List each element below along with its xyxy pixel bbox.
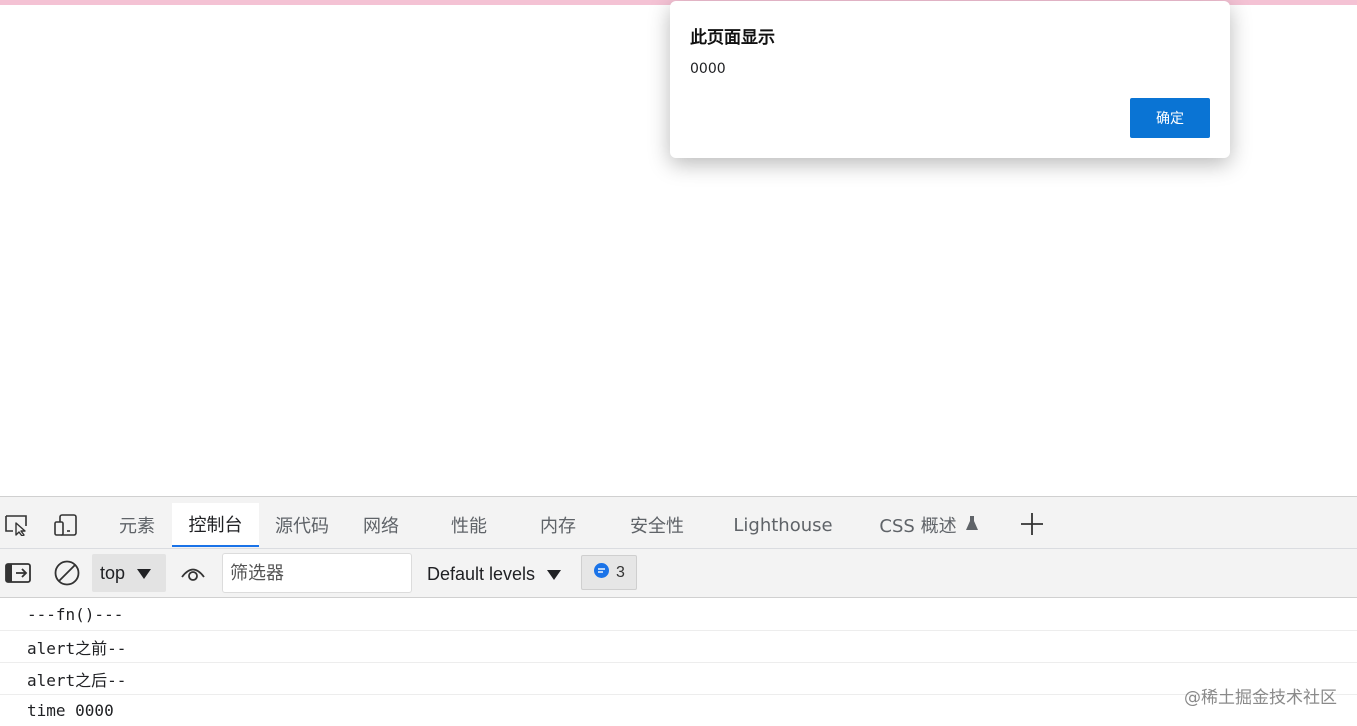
console-line: ---fn()--- bbox=[0, 599, 1357, 631]
devtools-panel: 元素 控制台 源代码 网络 性能 内存 安全性 Lighthouse CSS 概… bbox=[0, 496, 1357, 726]
tab-css-overview[interactable]: CSS 概述 bbox=[872, 503, 986, 547]
tab-elements[interactable]: 元素 bbox=[108, 503, 166, 547]
console-line: time 0000 bbox=[0, 695, 1357, 726]
tab-console[interactable]: 控制台 bbox=[172, 503, 259, 547]
dialog-title: 此页面显示 bbox=[690, 28, 775, 48]
message-bubble-icon bbox=[593, 562, 610, 584]
tab-security[interactable]: 安全性 bbox=[620, 503, 694, 547]
messages-count: 3 bbox=[616, 563, 625, 581]
clear-console-icon[interactable] bbox=[52, 559, 82, 587]
chevron-down-icon bbox=[547, 564, 562, 585]
experiment-beaker-icon bbox=[965, 515, 979, 535]
live-expression-eye-icon[interactable] bbox=[178, 559, 208, 587]
show-sidebar-icon[interactable] bbox=[3, 559, 33, 587]
log-levels-label: Default levels bbox=[427, 563, 536, 584]
alert-dialog: 此页面显示 0000 确定 bbox=[670, 1, 1230, 158]
tab-memory[interactable]: 内存 bbox=[529, 503, 587, 547]
tab-performance[interactable]: 性能 bbox=[440, 503, 498, 547]
dialog-message: 0000 bbox=[690, 61, 726, 77]
tab-css-overview-label: CSS 概述 bbox=[879, 516, 957, 537]
console-output: ---fn()--- alert之前-- alert之后-- time 0000 bbox=[0, 599, 1357, 726]
console-toolbar: top Default levels bbox=[0, 549, 1357, 598]
devtools-tab-bar: 元素 控制台 源代码 网络 性能 内存 安全性 Lighthouse CSS 概… bbox=[0, 497, 1357, 549]
add-tab-button[interactable] bbox=[1017, 509, 1047, 539]
tab-network[interactable]: 网络 bbox=[352, 503, 410, 547]
device-toolbar-icon[interactable] bbox=[52, 512, 80, 538]
tab-lighthouse[interactable]: Lighthouse bbox=[728, 503, 838, 547]
chevron-down-icon bbox=[137, 563, 152, 584]
console-line: alert之后-- bbox=[0, 663, 1357, 695]
inspect-element-icon[interactable] bbox=[3, 512, 31, 538]
context-selector-value: top bbox=[100, 562, 126, 583]
console-line: alert之前-- bbox=[0, 631, 1357, 663]
watermark: @稀土掘金技术社区 bbox=[1184, 688, 1337, 708]
ok-button[interactable]: 确定 bbox=[1130, 98, 1210, 138]
tab-sources[interactable]: 源代码 bbox=[266, 503, 338, 547]
messages-count-button[interactable]: 3 bbox=[581, 555, 637, 590]
context-selector[interactable]: top bbox=[92, 554, 166, 592]
log-levels-dropdown[interactable]: Default levels bbox=[427, 561, 562, 587]
screen: 此页面显示 0000 确定 元素 控制台 源代码 网络 性能 内存 安全性 Li… bbox=[0, 0, 1357, 726]
filter-input[interactable] bbox=[222, 553, 412, 593]
